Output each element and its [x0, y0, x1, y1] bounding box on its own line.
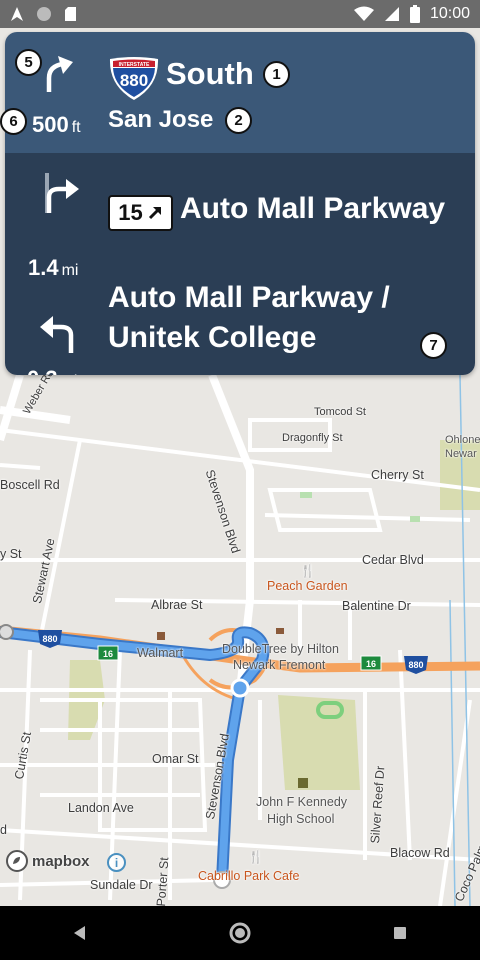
wifi-icon [353, 6, 374, 21]
primary-distance-unit: ft [71, 119, 81, 136]
primary-distance: 500 ft [32, 112, 81, 138]
navigation-banner[interactable]: 500 ft INTERSTATE 880 South San Jose 1.4… [5, 32, 475, 375]
primary-subtitle: San Jose [108, 106, 214, 133]
step-1-distance-value: 1.4 [28, 255, 59, 280]
interstate-shield-label: INTERSTATE [119, 62, 150, 68]
street-label-boscell: Boscell Rd [0, 478, 60, 492]
street-label-sundale: Sundale Dr [90, 878, 153, 892]
street-label-omar: Omar St [152, 752, 199, 766]
step-1-road-name: Auto Mall Parkway [180, 192, 446, 225]
system-nav-bar [0, 906, 480, 960]
turn-slight-right-arrow-icon [46, 56, 73, 92]
turn-left-arrow-icon [40, 316, 74, 353]
arrow-up-right-icon [148, 207, 161, 220]
poi-label-doubletree-line1[interactable]: DoubleTree by Hilton [222, 642, 339, 656]
navigation-screen: 10:00 880 16 16 880 Weber Rd Tomcod St D… [0, 0, 480, 960]
route-shield-880-west: 880 [38, 630, 62, 648]
home-button[interactable] [210, 913, 270, 953]
callout-6: 6 [0, 108, 27, 135]
poi-label-peach-garden[interactable]: Peach Garden [267, 579, 348, 593]
home-circle-icon [229, 922, 251, 944]
back-triangle-icon [74, 926, 85, 940]
sd-card-icon [65, 7, 76, 21]
route-shield-16-west-label: 16 [103, 649, 113, 659]
route-shield-16-west: 16 [97, 645, 119, 661]
recents-square-icon [394, 927, 406, 939]
poi-label-jfk-line2[interactable]: High School [267, 812, 334, 826]
interstate-shield-number: 880 [120, 71, 148, 90]
status-left-icons [10, 6, 77, 22]
mapbox-wordmark: mapbox [32, 852, 90, 870]
status-bar: 10:00 [0, 0, 480, 28]
poi-label-jfk-line1[interactable]: John F Kennedy [256, 795, 347, 809]
primary-road-name: South [166, 56, 254, 91]
poi-fork-knife-icon-cafe: 🍴 [248, 850, 264, 864]
interstate-shield-icon: INTERSTATE 880 [109, 57, 159, 100]
battery-icon [409, 5, 420, 23]
back-button[interactable] [50, 913, 110, 953]
street-label-blacow: Blacow Rd [390, 846, 450, 860]
mapbox-attribution[interactable]: mapbox [6, 850, 90, 872]
street-label-balentine: Balentine Dr [342, 599, 411, 613]
exit-sign-number: 15 [118, 200, 143, 225]
route-shield-880-west-label: 880 [42, 634, 57, 644]
street-label-albrae: Albrae St [151, 598, 203, 612]
callout-2: 2 [225, 107, 252, 134]
step-2-distance-unit: mi [61, 373, 78, 375]
street-label-y-st: y St [0, 547, 22, 561]
step-1-distance-unit: mi [61, 262, 79, 279]
street-label-cedar: Cedar Blvd [362, 553, 424, 567]
poi-fork-knife-icon: 🍴 [300, 564, 316, 578]
poi-label-doubletree-line2[interactable]: Newark Fremont [233, 658, 325, 672]
navigation-arrow-icon [11, 7, 23, 21]
step-2-distance-value: 0.3 [27, 366, 58, 375]
poi-label-walmart[interactable]: Walmart [137, 646, 183, 660]
step-2-distance: 0.3 mi [27, 366, 77, 375]
status-time: 10:00 [429, 5, 470, 22]
street-label-tomcod: Tomcod St [314, 406, 366, 418]
street-label-d: d [0, 823, 7, 837]
street-label-cherry: Cherry St [371, 468, 424, 482]
status-right-icons: 10:00 [353, 5, 470, 23]
map-label-ohlone: Ohlone [445, 434, 480, 446]
recents-button[interactable] [370, 913, 430, 953]
primary-distance-value: 500 [32, 112, 69, 137]
callout-1: 1 [263, 61, 290, 88]
circle-notification-icon [37, 7, 51, 21]
route-shield-16-east-label: 16 [366, 659, 376, 669]
cell-signal-icon [384, 7, 399, 21]
callout-5: 5 [15, 49, 42, 76]
step-2-road-name-line1: Auto Mall Parkway / [108, 281, 390, 314]
route-shield-880-east-label: 880 [408, 660, 423, 670]
street-label-dragonfly: Dragonfly St [282, 432, 343, 444]
mapbox-logo-icon [6, 850, 28, 872]
step-2-road-name-line2: Unitek College [108, 321, 317, 354]
primary-instruction[interactable]: 500 ft INTERSTATE 880 South San Jose [5, 32, 475, 153]
callout-7: 7 [420, 332, 447, 359]
map-label-newark: Newar [445, 448, 477, 460]
attribution-info-button[interactable]: i [107, 853, 126, 872]
exit-sign: 15 [108, 195, 173, 231]
poi-label-cabrillo[interactable]: Cabrillo Park Cafe [198, 869, 299, 883]
route-shield-16-east: 16 [360, 655, 382, 671]
turn-right-arrow-icon [45, 173, 79, 213]
street-label-landon: Landon Ave [68, 801, 134, 815]
step-1-distance: 1.4 mi [28, 255, 78, 281]
